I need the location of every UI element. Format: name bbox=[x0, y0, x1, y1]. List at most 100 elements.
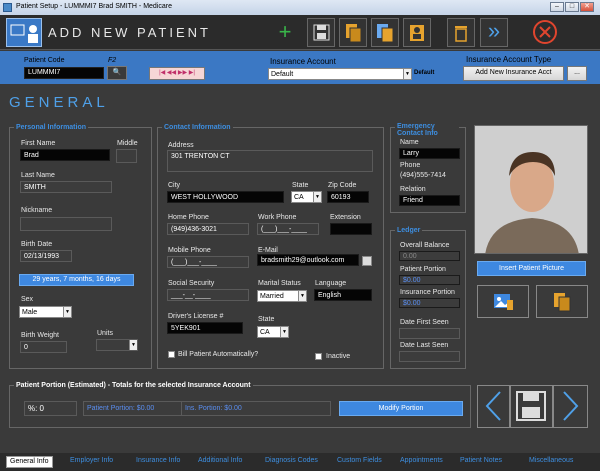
emergency-phone-value[interactable]: (494)555-7414 bbox=[400, 172, 446, 179]
work-phone-label: Work Phone bbox=[258, 214, 297, 221]
app-icon bbox=[3, 3, 12, 12]
email-label: E-Mail bbox=[258, 247, 278, 254]
date-last-seen-value bbox=[399, 351, 460, 362]
search-icon[interactable]: 🔍 bbox=[107, 66, 127, 80]
tab-general-info[interactable]: General Info bbox=[6, 456, 53, 468]
zip-label: Zip Code bbox=[328, 182, 357, 189]
marital-value: Married bbox=[260, 293, 284, 300]
state-select[interactable]: CA ▼ bbox=[291, 191, 322, 203]
minimize-button[interactable]: – bbox=[550, 2, 564, 12]
state-value: CA bbox=[294, 194, 304, 201]
patient-code-input[interactable]: LUMMMI7 bbox=[24, 67, 104, 79]
address-label: Address bbox=[168, 142, 194, 149]
first-name-field[interactable]: Brad bbox=[20, 149, 110, 161]
city-label: City bbox=[168, 182, 181, 189]
insurance-account-select[interactable]: Default ▼ bbox=[268, 68, 412, 80]
middle-name-label: Middle bbox=[117, 140, 138, 147]
delete-icon[interactable] bbox=[447, 18, 475, 47]
tab-patient-notes[interactable]: Patient Notes bbox=[460, 457, 502, 464]
tab-miscellaneous[interactable]: Miscellaneous bbox=[529, 457, 573, 464]
insert-picture-button[interactable]: Insert Patient Picture bbox=[477, 261, 586, 276]
add-insurance-button[interactable]: Add New Insurance Acct bbox=[463, 66, 564, 81]
user-card-icon[interactable] bbox=[403, 18, 431, 47]
record-navigation[interactable]: |◀ ◀◀ ▶▶ ▶| bbox=[149, 67, 205, 80]
cancel-icon[interactable] bbox=[531, 18, 559, 47]
tab-diagnosis-codes[interactable]: Diagnosis Codes bbox=[265, 457, 318, 464]
modify-portion-button[interactable]: Modify Portion bbox=[339, 401, 463, 416]
birth-weight-field[interactable]: 0 bbox=[20, 341, 67, 353]
tab-employer-info[interactable]: Employer Info bbox=[70, 457, 113, 464]
save-icon[interactable] bbox=[307, 18, 335, 47]
bill-auto-label: Bill Patient Automatically? bbox=[178, 351, 259, 358]
chevron-down-icon: ▼ bbox=[129, 340, 137, 350]
tab-custom-fields[interactable]: Custom Fields bbox=[337, 457, 382, 464]
nickname-field[interactable] bbox=[20, 217, 112, 231]
page-title: ADD NEW PATIENT bbox=[48, 25, 211, 40]
sex-select[interactable]: Male ▼ bbox=[19, 306, 72, 318]
emergency-relation-label: Relation bbox=[400, 186, 426, 193]
copy-picture-icon[interactable] bbox=[536, 285, 588, 318]
email-field[interactable]: bradsmith29@outlook.com bbox=[257, 254, 359, 266]
chevron-down-icon: ▼ bbox=[280, 327, 288, 337]
dl-state-select[interactable]: CA ▼ bbox=[257, 326, 289, 338]
sex-value: Male bbox=[22, 309, 38, 316]
mobile-phone-field[interactable]: (___)___-____ bbox=[167, 256, 249, 268]
units-label: Units bbox=[97, 330, 113, 337]
next-record-icon[interactable] bbox=[553, 385, 588, 428]
ssn-field[interactable]: ___-__-____ bbox=[167, 289, 249, 301]
inactive-checkbox[interactable] bbox=[315, 353, 322, 360]
previous-record-icon[interactable] bbox=[477, 385, 510, 428]
home-phone-field[interactable]: (949)436-3021 bbox=[167, 223, 249, 235]
patient-logo-icon bbox=[6, 18, 42, 47]
overall-balance-label: Overall Balance bbox=[400, 242, 450, 249]
dl-state-label: State bbox=[258, 316, 275, 323]
sex-label: Sex bbox=[21, 296, 34, 303]
close-window-button[interactable]: ✕ bbox=[580, 2, 594, 12]
date-first-seen-value bbox=[399, 328, 460, 339]
marital-select[interactable]: Married ▼ bbox=[257, 290, 307, 302]
insurance-more-button[interactable]: ... bbox=[567, 66, 587, 81]
bill-auto-checkbox[interactable] bbox=[168, 351, 175, 358]
state-label: State bbox=[292, 182, 309, 189]
forward-icon[interactable]: » bbox=[480, 18, 508, 47]
extension-field[interactable] bbox=[330, 223, 372, 235]
birth-date-field[interactable]: 02/13/1993 bbox=[20, 250, 72, 262]
duplicate-icon[interactable] bbox=[371, 18, 399, 47]
inactive-label: Inactive bbox=[326, 353, 351, 360]
address-field[interactable]: 301 TRENTON CT bbox=[167, 150, 373, 172]
contact-info-title: Contact Information bbox=[162, 123, 233, 132]
tab-appointments[interactable]: Appointments bbox=[400, 457, 443, 464]
drivers-license-field[interactable]: 5YEK901 bbox=[167, 322, 243, 334]
portion-percent[interactable]: %: 0 bbox=[24, 401, 77, 416]
language-field[interactable]: English bbox=[314, 289, 372, 301]
window-title: Patient Setup - LUMMMI7 Brad SMITH - Med… bbox=[16, 3, 172, 10]
middle-name-field[interactable] bbox=[116, 149, 137, 163]
tab-insurance-info[interactable]: Insurance Info bbox=[136, 457, 180, 464]
ssn-label: Social Security bbox=[168, 280, 215, 287]
header-toolbar: ADD NEW PATIENT + » bbox=[0, 15, 600, 50]
units-select[interactable]: ▼ bbox=[96, 339, 138, 351]
first-name-label: First Name bbox=[21, 140, 56, 147]
ledger-title: Ledger bbox=[395, 226, 423, 235]
upload-picture-icon[interactable] bbox=[477, 285, 529, 318]
emergency-relation-field[interactable]: Friend bbox=[399, 195, 460, 206]
patient-code-label: Patient Code bbox=[24, 57, 65, 64]
city-field[interactable]: WEST HOLLYWOOD bbox=[167, 191, 284, 203]
copy-icon[interactable] bbox=[339, 18, 367, 47]
tab-additional-info[interactable]: Additional Info bbox=[198, 457, 242, 464]
work-phone-field[interactable]: (___)___-____ bbox=[257, 223, 319, 235]
last-name-field[interactable]: SMITH bbox=[20, 181, 112, 193]
maximize-button[interactable]: □ bbox=[565, 2, 579, 12]
dl-state-value: CA bbox=[260, 329, 270, 336]
save-record-icon[interactable] bbox=[510, 385, 553, 428]
section-title: GENERAL bbox=[9, 94, 109, 111]
insurance-account-value: Default bbox=[271, 71, 294, 78]
emergency-name-field[interactable]: Larry bbox=[399, 148, 460, 159]
zip-field[interactable]: 60193 bbox=[327, 191, 369, 203]
add-icon[interactable]: + bbox=[271, 18, 299, 47]
personal-info-group: Personal Information First Name Middle B… bbox=[9, 123, 152, 369]
date-last-seen-label: Date Last Seen bbox=[400, 342, 449, 349]
portion-insurance: Ins. Portion: $0.00 bbox=[181, 401, 331, 416]
patient-code-bar: Patient Code F2 LUMMMI7 🔍 |◀ ◀◀ ▶▶ ▶| In… bbox=[0, 51, 600, 84]
email-send-icon[interactable] bbox=[362, 256, 372, 266]
